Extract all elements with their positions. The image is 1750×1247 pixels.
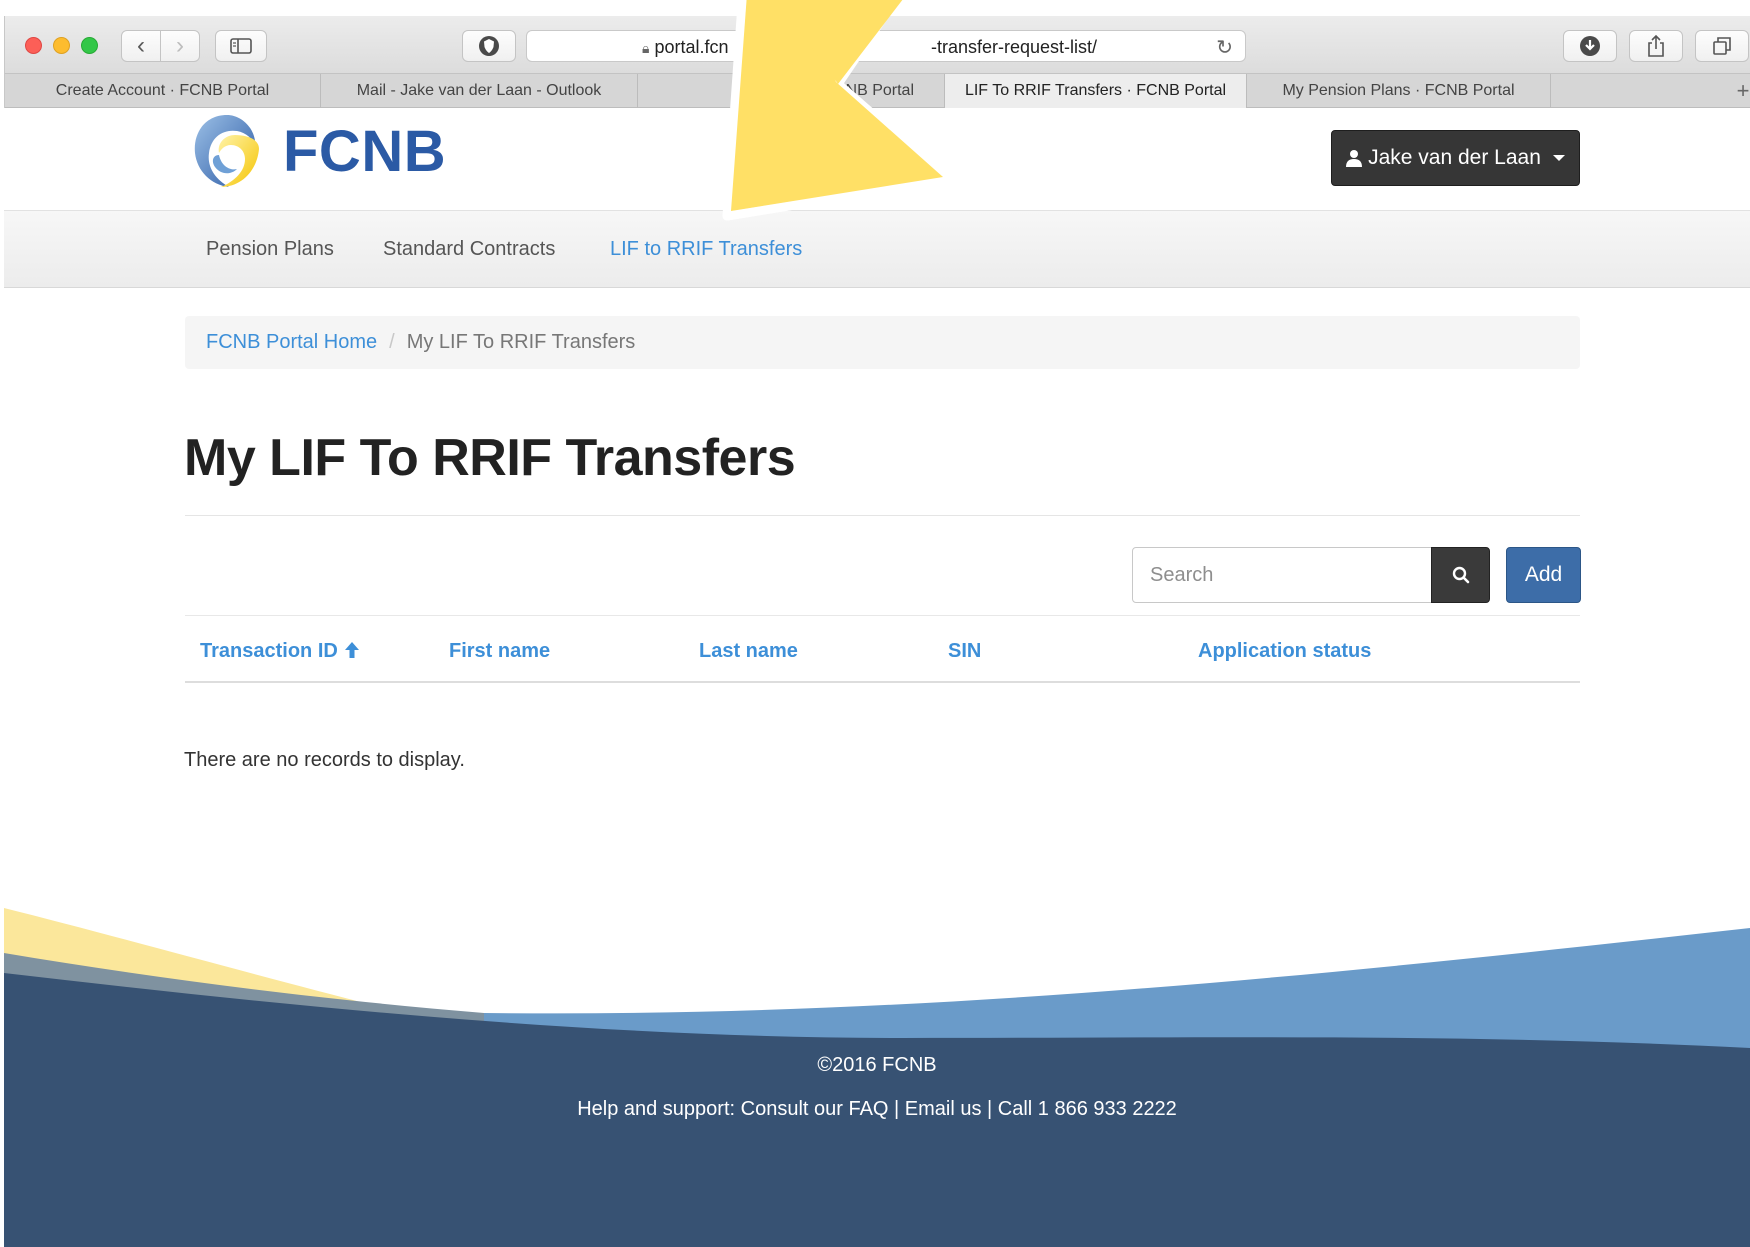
new-tab-button[interactable]: + [1723,74,1750,108]
shield-icon [479,36,499,56]
user-menu-button[interactable]: Jake van der Laan [1331,130,1580,186]
add-button[interactable]: Add [1506,547,1581,603]
downloads-button[interactable] [1563,30,1617,62]
share-icon [1648,34,1664,57]
user-name-label: Jake van der Laan [1368,146,1541,169]
breadcrumb: FCNB Portal Home / My LIF To RRIF Transf… [185,316,1580,369]
footer-copyright: ©2016 FCNB [817,1054,937,1076]
privacy-shield-button[interactable] [462,30,516,62]
tab-bar: Create Account · FCNB Portal Mail - Jake… [5,74,1750,108]
table-header: Transaction ID First name Last name SIN … [185,620,1580,683]
address-bar[interactable]: 🔒︎ portal.fcn -transfer-request-list/ ↻ [526,30,1246,62]
footer-support-text[interactable]: Help and support: Consult our FAQ | Emai… [4,1098,1750,1121]
share-button[interactable] [1629,30,1683,62]
close-window-button[interactable] [25,37,42,54]
tab-lif-to-rrif-transfers[interactable]: LIF To RRIF Transfers · FCNB Portal [945,74,1247,108]
tab-fcnb-portal[interactable]: · FCNB Portal [638,74,945,108]
nav-item-pension-plans[interactable]: Pension Plans [206,238,334,261]
search-icon [1452,566,1469,584]
plus-icon: + [1736,78,1750,103]
tab-mail-outlook[interactable]: Mail - Jake van der Laan - Outlook [321,74,638,108]
page-title: My LIF To RRIF Transfers [184,429,796,487]
toolbar-divider [185,615,1580,616]
user-icon [1346,150,1363,167]
breadcrumb-separator: / [389,331,395,353]
column-header-last-name[interactable]: Last name [699,640,798,663]
tab-my-pension-plans[interactable]: My Pension Plans · FCNB Portal [1247,74,1551,108]
logo-wordmark: FCNB [283,118,447,184]
sort-ascending-icon [344,642,359,658]
breadcrumb-home-link[interactable]: FCNB Portal Home [206,331,377,354]
column-header-application-status[interactable]: Application status [1198,640,1371,663]
search-button[interactable] [1431,547,1490,603]
tabs-overview-icon [1713,37,1731,55]
show-tabs-button[interactable] [1695,30,1749,62]
empty-table-message: There are no records to display. [184,749,465,771]
browser-toolbar: ‹ › 🔒︎ portal.fcn -transfer-request-list… [5,16,1750,74]
lock-icon: 🔒︎ [642,40,650,56]
column-header-transaction-id[interactable]: Transaction ID [200,640,362,663]
column-header-first-name[interactable]: First name [449,640,550,663]
title-divider [185,515,1580,516]
breadcrumb-current: My LIF To RRIF Transfers [406,331,636,353]
sidebar-icon [230,38,252,54]
url-text-start: 🔒︎ portal.fcn [642,37,729,57]
site-header: FCNB Jake van der Laan [4,108,1750,210]
forward-icon[interactable]: › [160,31,199,61]
zoom-window-button[interactable] [81,37,98,54]
tab-create-account[interactable]: Create Account · FCNB Portal [5,74,321,108]
nav-item-standard-contracts[interactable]: Standard Contracts [383,238,555,261]
fcnb-logo-mark-icon [194,115,259,187]
nav-item-lif-to-rrif-transfers[interactable]: LIF to RRIF Transfers [610,238,802,261]
sidebar-toggle-button[interactable] [215,30,267,62]
back-icon[interactable]: ‹ [122,31,160,61]
caret-down-icon [1552,155,1565,161]
web-page: FCNB Jake van der Laan Pension Plans Sta… [4,108,1750,1247]
fcnb-logo[interactable]: FCNB [185,108,446,194]
column-header-sin[interactable]: SIN [948,640,981,663]
main-navbar: Pension Plans Standard Contracts LIF to … [4,210,1750,288]
download-icon [1580,36,1600,56]
search-input[interactable] [1132,547,1435,603]
url-text-end: -transfer-request-list/ [931,37,1098,57]
back-forward-buttons: ‹ › [121,30,200,62]
minimize-window-button[interactable] [53,37,70,54]
reload-icon[interactable]: ↻ [1216,35,1233,60]
